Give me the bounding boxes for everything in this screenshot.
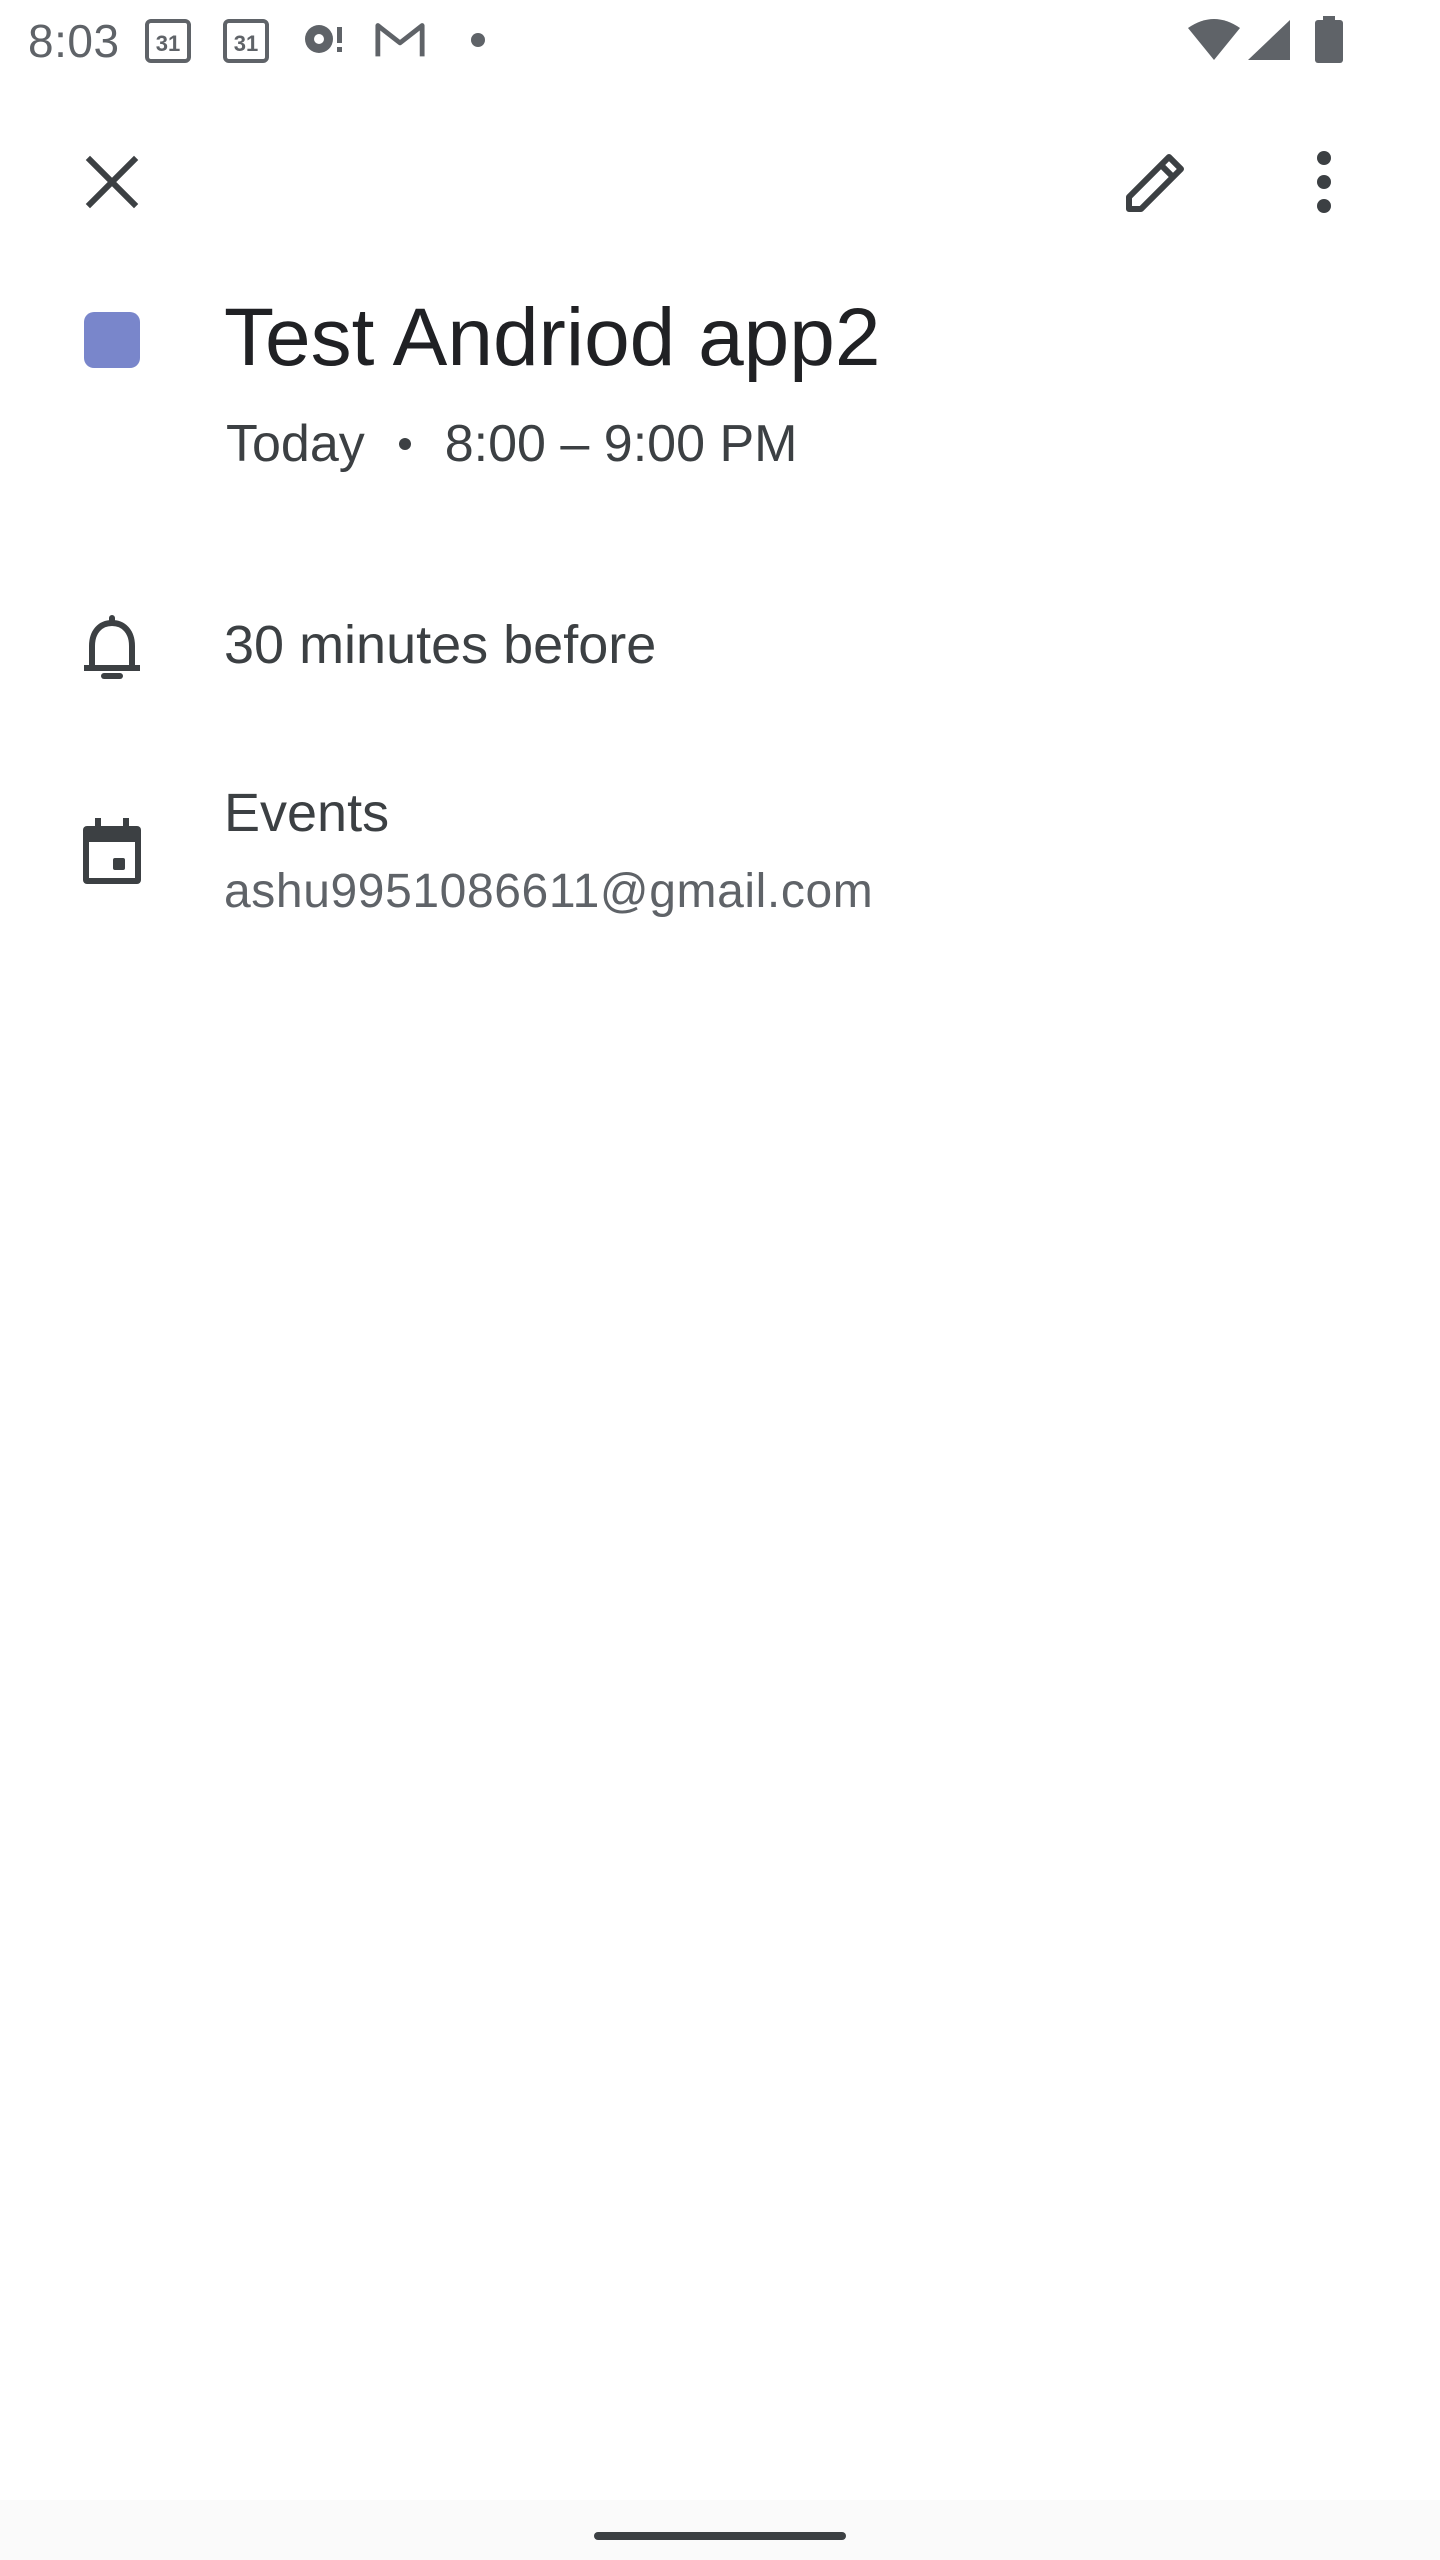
calendar-icon: 31 [220,14,272,66]
signal-icon [1246,16,1292,64]
event-when: Today 8:00 – 9:00 PM [226,412,797,476]
wifi-icon [1186,16,1242,64]
gmail-icon [374,14,426,66]
reminder-label: 30 minutes before [224,615,657,675]
more-vert-icon [1317,151,1331,213]
status-bar: 8:03 31 31 [0,0,1440,84]
toolbar [0,120,1440,244]
assistant-icon [296,14,348,66]
calendar-badge-2: 31 [234,31,258,56]
event-day: Today [226,415,365,473]
close-button[interactable] [50,120,174,244]
calendar-name: Events [224,783,390,843]
more-options-button[interactable] [1262,120,1386,244]
calendar-badge-1: 31 [156,31,180,56]
event-title: Test Andriod app2 [224,292,881,383]
navigation-bar [0,2500,1440,2560]
pencil-icon [1126,154,1184,212]
event-color-swatch [84,312,140,368]
calendar-icon: 31 [142,14,194,66]
bell-icon [72,608,152,688]
dot-icon [452,14,504,66]
status-time: 8:03 [28,15,120,67]
gesture-handle[interactable] [594,2532,846,2540]
event-time-range: 8:00 – 9:00 PM [444,415,798,473]
separator-dot [398,438,411,450]
close-icon [85,155,139,209]
calendar-account: ashu9951086611@gmail.com [224,865,874,918]
calendar-event-icon [72,812,152,892]
battery-icon [1312,16,1346,64]
edit-button[interactable] [1094,120,1218,244]
